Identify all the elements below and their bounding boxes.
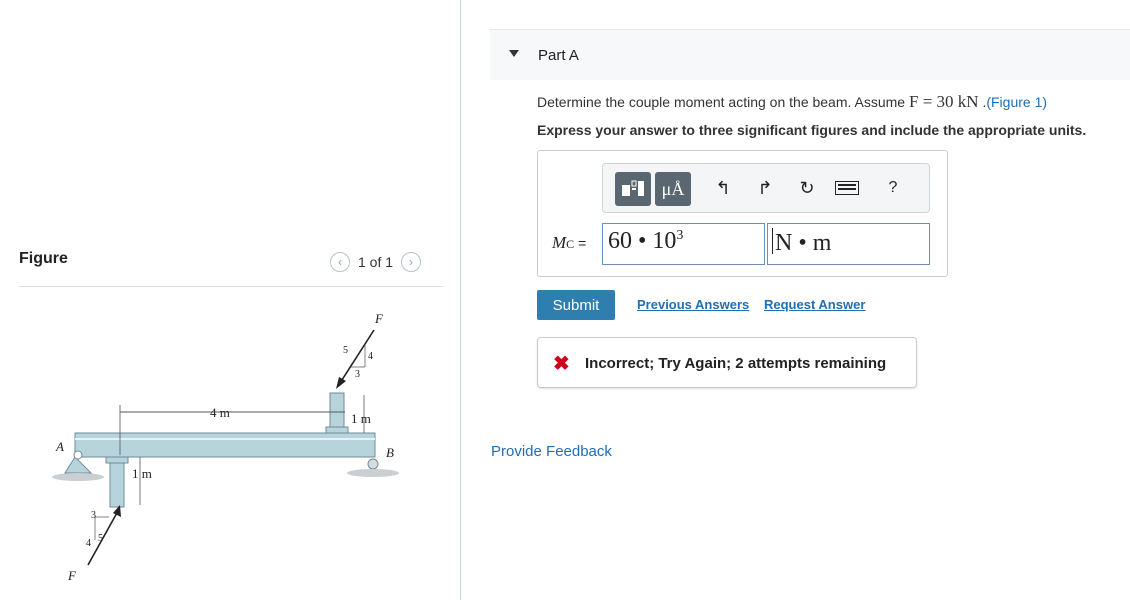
template-icon[interactable]	[615, 172, 651, 206]
text-cursor	[772, 228, 773, 254]
answer-label-eq: =	[574, 235, 587, 251]
answer-label: MC =	[552, 233, 586, 253]
roller-support-b	[347, 458, 399, 477]
value-dot: •	[632, 228, 653, 254]
redo-icon[interactable]: ↱	[753, 176, 777, 200]
bottom-slope-hyp: 5	[98, 533, 103, 544]
question-text: Determine the couple moment acting on th…	[537, 92, 1047, 112]
part-title: Part A	[538, 47, 579, 64]
value-input[interactable]: 60 • 103	[602, 223, 765, 265]
request-answer-link[interactable]: Request Answer	[764, 297, 865, 312]
figure-pager: ‹ 1 of 1 ›	[330, 252, 422, 272]
top-slope-rise: 4	[368, 351, 373, 362]
part-header[interactable]: Part A	[490, 29, 1130, 80]
top-slope-run: 3	[355, 369, 360, 380]
feedback-status: Incorrect; Try Again; 2 attempts remaini…	[585, 355, 887, 372]
figure-link[interactable]: (Figure 1)	[986, 94, 1047, 110]
span-length-label: 4 m	[210, 405, 230, 420]
help-button[interactable]: ?	[881, 176, 905, 200]
figure-title: Figure	[19, 250, 68, 267]
force-top-label: F	[374, 311, 384, 326]
provide-feedback-link[interactable]: Provide Feedback	[491, 443, 612, 460]
x-icon: ✖	[553, 353, 570, 375]
value-mantissa: 60	[608, 228, 632, 254]
support-b-label: B	[386, 445, 394, 460]
reset-icon[interactable]: ↻	[795, 176, 819, 200]
value-base: 10	[652, 228, 677, 254]
chevron-right-icon[interactable]: ›	[401, 252, 422, 272]
top-slope-hyp: 5	[343, 345, 348, 356]
math-toolbar: μÅ ↰ ↱ ↻ ?	[602, 163, 930, 213]
previous-answers-link[interactable]: Previous Answers	[637, 297, 749, 312]
unit-input[interactable]: N • m	[767, 223, 930, 265]
caret-down-icon[interactable]	[509, 50, 519, 57]
figure-divider	[19, 286, 443, 287]
feedback-box: ✖ Incorrect; Try Again; 2 attempts remai…	[537, 337, 917, 388]
value-exponent: 3	[676, 228, 684, 243]
units-button[interactable]: μÅ	[655, 172, 691, 206]
answer-instruction: Express your answer to three significant…	[537, 122, 1087, 138]
keyboard-icon[interactable]	[835, 176, 859, 200]
bottom-post	[109, 456, 125, 508]
bottom-slope-rise: 4	[86, 538, 91, 549]
answer-label-sub: C	[566, 237, 575, 251]
pager-text: 1 of 1	[358, 254, 394, 270]
chevron-left-icon[interactable]: ‹	[330, 252, 350, 272]
bottom-slope-run: 3	[91, 510, 96, 521]
beam-figure: 4 m 1 m 1 m F 5 4 3 F 5 4 3 A B	[52, 311, 399, 583]
answer-box: μÅ ↰ ↱ ↻ ? MC = 60 • 103 N • m	[537, 150, 948, 277]
answer-label-main: M	[552, 233, 567, 252]
figure-panel: Figure ‹ 1 of 1 › 4 m 1 m 1 m F 5 4 3 F …	[0, 0, 460, 600]
undo-icon[interactable]: ↰	[711, 176, 735, 200]
submit-button[interactable]: Submit	[537, 290, 615, 320]
question-math: F = 30 kN	[908, 92, 979, 111]
unit-value: N • m	[775, 230, 832, 256]
force-bottom-label: F	[67, 568, 77, 583]
question-prefix: Determine the couple moment acting on th…	[537, 94, 909, 110]
pane-divider	[460, 0, 461, 600]
support-a-label: A	[55, 439, 64, 454]
bottom-arm-label: 1 m	[132, 466, 152, 481]
top-arm-label: 1 m	[351, 411, 371, 426]
